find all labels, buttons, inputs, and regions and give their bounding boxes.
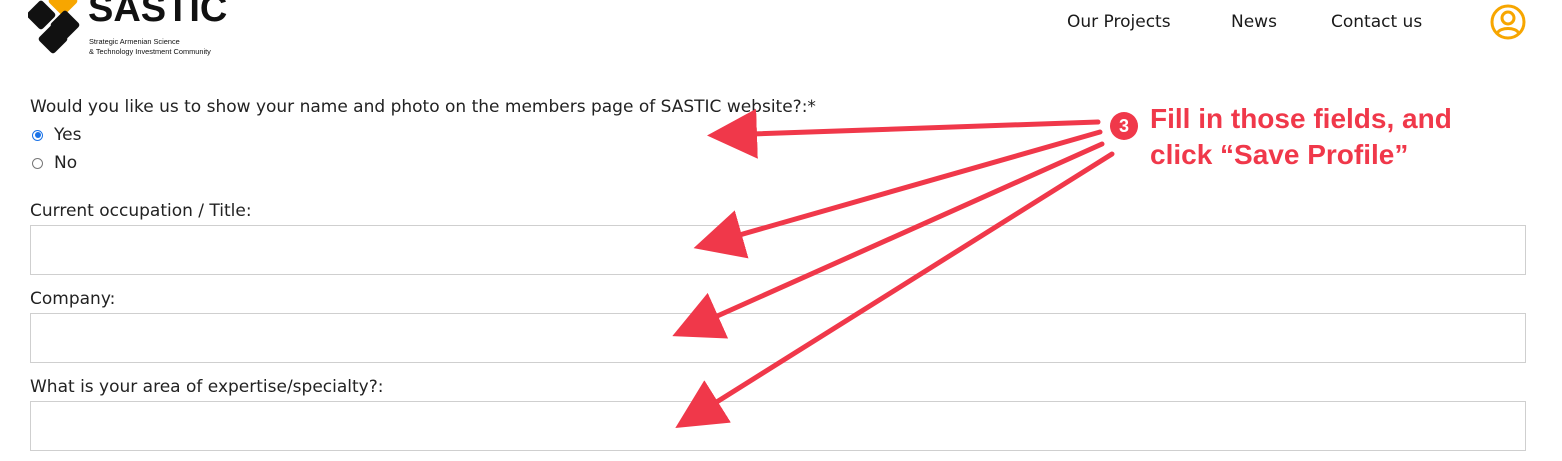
logo-tagline-line1: Strategic Armenian Science <box>89 37 180 46</box>
show-profile-question: Would you like us to show your name and … <box>30 97 816 117</box>
radio-no-label: No <box>54 153 78 173</box>
annotation-line2: click “Save Profile” <box>1150 139 1409 170</box>
company-input[interactable] <box>30 313 1526 363</box>
step-number-badge: 3 <box>1110 112 1138 140</box>
occupation-label: Current occupation / Title: <box>30 201 252 221</box>
radio-option-no[interactable]: No <box>30 152 77 174</box>
nav-news[interactable]: News <box>1231 10 1277 34</box>
expertise-input[interactable] <box>30 401 1526 451</box>
occupation-input[interactable] <box>30 225 1526 275</box>
logo-tagline-line2: & Technology Investment Community <box>89 46 211 56</box>
logo-wordmark: SASTIC <box>88 0 228 30</box>
annotation-instruction: Fill in those fields, and click “Save Pr… <box>1150 101 1452 173</box>
expertise-label: What is your area of expertise/specialty… <box>30 377 384 397</box>
nav-our-projects[interactable]: Our Projects <box>1067 10 1171 34</box>
radio-no-button[interactable] <box>32 157 43 169</box>
nav-contact-us[interactable]: Contact us <box>1331 10 1422 34</box>
logo-mark-icon <box>28 0 80 54</box>
sastic-logo[interactable]: SASTIC Strategic Armenian Science & Tech… <box>28 0 238 60</box>
radio-yes-button[interactable] <box>32 129 43 141</box>
user-circle-icon[interactable] <box>1489 3 1527 41</box>
radio-yes-label: Yes <box>54 125 82 145</box>
arrow-to-question <box>707 108 1101 159</box>
logo-tagline: Strategic Armenian Science & Technology … <box>89 37 211 56</box>
annotation-line1: Fill in those fields, and <box>1150 103 1452 134</box>
arrow-to-expertise <box>675 151 1115 428</box>
company-label: Company: <box>30 289 116 309</box>
radio-option-yes[interactable]: Yes <box>30 124 81 146</box>
